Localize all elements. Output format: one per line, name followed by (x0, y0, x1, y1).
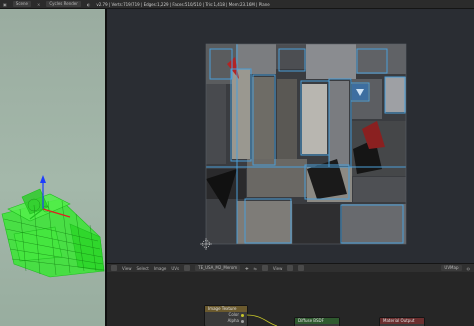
top-info-bar: ▣ Scene × Cycles Render ◐ v2.79 | Verts:… (0, 0, 474, 9)
render-icon[interactable]: ◍ (467, 266, 471, 271)
uvs-menu[interactable]: UVs (171, 266, 179, 271)
sync-icon[interactable]: ⇆ (254, 266, 257, 271)
close-icon[interactable]: × (37, 2, 40, 7)
output-color-socket[interactable] (241, 313, 244, 317)
mesh-wireframe (1, 175, 105, 278)
select-menu[interactable]: Select (137, 266, 149, 271)
view-menu[interactable]: View (122, 266, 132, 271)
diffuse-bsdf-node[interactable]: Diffuse BSDF (295, 318, 339, 326)
editor-type-icon[interactable]: ▣ (3, 2, 7, 7)
output-alpha-label: Alpha (227, 318, 239, 323)
material-output-node[interactable]: Material Output (380, 318, 424, 326)
uv-image-editor[interactable] (107, 9, 474, 263)
uv-editor-header: View Select Image UVs TE_USA_M2_Merom ✚ … (107, 263, 474, 272)
output-alpha-socket[interactable] (241, 319, 244, 323)
proportional-icon[interactable] (298, 265, 305, 271)
node-title: Material Output (380, 318, 424, 324)
view-dropdown[interactable]: View (273, 266, 283, 271)
pin-icon[interactable]: ✚ (245, 266, 248, 271)
image-texture-node[interactable]: Image Texture Color Alpha (205, 306, 247, 326)
editor-type-icon[interactable] (111, 265, 117, 271)
3d-viewport[interactable] (0, 9, 105, 326)
render-engine-selector[interactable]: Cycles Render (46, 1, 81, 7)
pivot-icon[interactable] (261, 265, 268, 271)
snap-icon[interactable] (287, 265, 294, 271)
image-name-field[interactable]: TE_USA_M2_Merom (195, 265, 241, 271)
uvmap-selector[interactable]: UVMap (441, 265, 462, 271)
scene-stats: v2.79 | Verts:719/719 | Edges:1,229 | Fa… (96, 1, 270, 7)
uv-texture-view (200, 43, 407, 250)
node-title: Diffuse BSDF (295, 318, 339, 324)
scene-selector[interactable]: Scene (12, 1, 31, 7)
image-browse-icon[interactable] (184, 265, 191, 271)
texture-atlas (206, 44, 406, 244)
blender-icon: ◐ (86, 1, 91, 7)
node-editor[interactable]: Image Texture Color Alpha Diffuse BSDF M… (107, 272, 474, 326)
image-menu[interactable]: Image (154, 266, 167, 271)
